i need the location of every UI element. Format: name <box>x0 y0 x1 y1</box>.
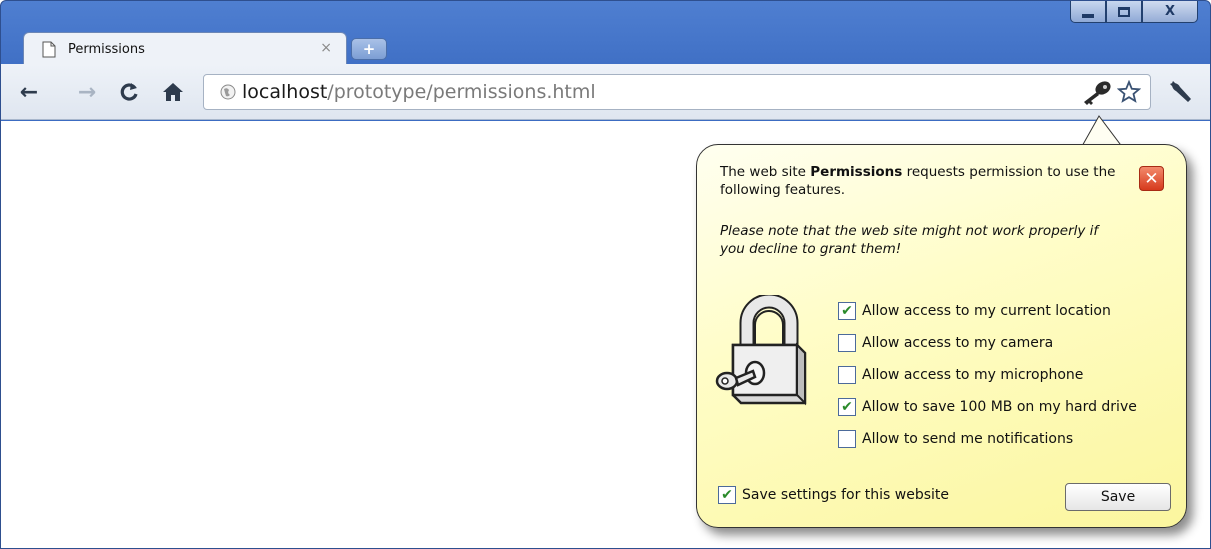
url-path: /prototype/permissions.html <box>327 81 596 103</box>
permission-label: Allow access to my current location <box>862 303 1111 319</box>
url-host: localhost <box>242 81 328 103</box>
tab-permissions[interactable]: Permissions × <box>23 32 347 66</box>
permission-label: Allow to send me notifications <box>862 431 1074 447</box>
permission-list: ✔ Allow access to my current location Al… <box>838 295 1137 455</box>
address-bar[interactable]: localhost/prototype/permissions.html <box>203 74 1151 110</box>
back-arrow-icon: ← <box>19 79 39 105</box>
checkbox[interactable] <box>838 366 856 384</box>
save-settings-label: Save settings for this website <box>742 487 950 503</box>
wrench-icon[interactable] <box>1167 78 1193 104</box>
plus-icon: + <box>362 40 376 58</box>
toolbar: ← → localhost/prototype/permissions.html <box>1 64 1210 120</box>
minimize-button[interactable] <box>1070 1 1106 23</box>
close-popup-button[interactable]: ✕ <box>1139 166 1164 191</box>
close-window-icon: X <box>1164 4 1176 19</box>
popup-pointer <box>1080 115 1124 148</box>
checkbox[interactable]: ✔ <box>838 302 856 320</box>
padlock-icon <box>715 295 807 406</box>
reload-icon <box>120 83 138 101</box>
minimize-icon <box>1082 13 1094 18</box>
permission-label: Allow to save 100 MB on my hard drive <box>862 399 1137 415</box>
save-settings-option[interactable]: ✔ Save settings for this website <box>718 486 949 504</box>
maximize-button[interactable] <box>1106 1 1142 23</box>
key-icon[interactable] <box>1080 80 1112 106</box>
permission-item[interactable]: Allow access to my microphone <box>838 359 1137 391</box>
globe-icon <box>220 84 236 100</box>
forward-arrow-icon: → <box>77 79 97 105</box>
home-icon <box>163 83 183 101</box>
new-tab-button[interactable]: + <box>351 38 387 60</box>
page-icon <box>42 41 56 58</box>
permission-label: Allow access to my camera <box>862 335 1054 351</box>
url-text: localhost/prototype/permissions.html <box>242 81 596 103</box>
permission-item[interactable]: ✔ Allow to save 100 MB on my hard drive <box>838 391 1137 423</box>
window-controls: X <box>1070 1 1198 25</box>
save-settings-checkbox[interactable]: ✔ <box>718 486 736 504</box>
warning-text: Please note that the web site might not … <box>720 223 1099 257</box>
close-icon: ✕ <box>1144 168 1159 189</box>
permissions-popup: The web site Permissions requests permis… <box>696 144 1187 528</box>
checkbox[interactable] <box>838 334 856 352</box>
permission-item[interactable]: ✔ Allow access to my current location <box>838 295 1137 327</box>
forward-button[interactable]: → <box>73 78 101 106</box>
back-button[interactable]: ← <box>15 78 43 106</box>
checkbox[interactable] <box>838 430 856 448</box>
close-window-button[interactable]: X <box>1142 1 1198 23</box>
checkbox[interactable]: ✔ <box>838 398 856 416</box>
permission-item[interactable]: Allow access to my camera <box>838 327 1137 359</box>
permission-label: Allow access to my microphone <box>862 367 1084 383</box>
maximize-icon <box>1118 6 1130 17</box>
site-name: Permissions <box>810 164 903 180</box>
reload-button[interactable] <box>115 78 143 106</box>
permission-message: The web site Permissions requests permis… <box>720 164 1116 198</box>
permission-item[interactable]: Allow to send me notifications <box>838 423 1137 455</box>
home-button[interactable] <box>159 78 187 106</box>
save-button[interactable]: Save <box>1065 483 1171 511</box>
tab-title: Permissions <box>68 42 145 57</box>
tab-close-icon[interactable]: × <box>320 40 332 56</box>
bookmark-star-icon[interactable] <box>1117 80 1141 104</box>
